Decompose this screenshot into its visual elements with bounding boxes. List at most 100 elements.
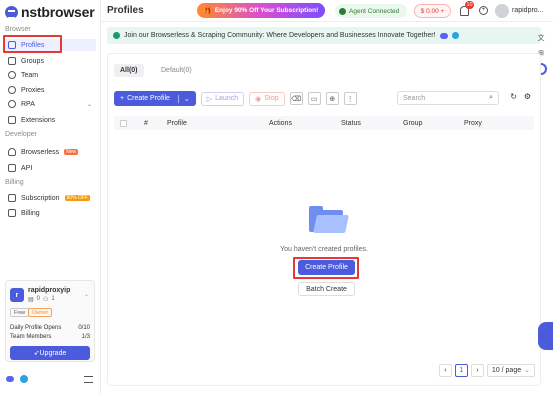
sidebar-item-label: Groups — [21, 57, 44, 65]
sidebar-item-billing[interactable]: Billing — [4, 207, 96, 219]
community-banner[interactable]: Join our Browserless & Scraping Communit… — [107, 27, 541, 44]
tab-all[interactable]: All(0) — [114, 64, 144, 77]
more-icon[interactable]: ⋮ — [343, 92, 357, 105]
empty-folder-icon — [305, 204, 349, 234]
user-menu-name[interactable]: rapidpro... — [512, 7, 544, 14]
stop-icon: ◉ — [255, 95, 262, 103]
user-name: rapidproxyip — [28, 287, 71, 294]
folder-icon — [8, 57, 16, 65]
avatar[interactable]: r — [10, 288, 24, 302]
launch-label: Launch — [215, 95, 239, 102]
select-all-checkbox[interactable] — [120, 119, 127, 127]
col-proxy: Proxy — [464, 119, 482, 127]
page-size-select[interactable]: 10 / page ⌄ — [486, 363, 535, 377]
avatar[interactable] — [495, 4, 509, 18]
col-profile: Profile — [167, 119, 187, 127]
create-profile-dropdown-button[interactable]: + Create Profile ⌄ — [114, 91, 196, 106]
globe-icon — [8, 86, 16, 94]
highlight-box-create-profile — [293, 257, 359, 279]
collapse-sidebar-icon[interactable] — [84, 376, 93, 383]
search-input[interactable]: Search ⌕ — [397, 91, 499, 105]
folder-move-icon[interactable]: ▭ — [307, 92, 321, 105]
app-logo[interactable]: nstbrowser — [5, 3, 95, 21]
next-page-button[interactable]: › — [470, 363, 484, 377]
trash-icon[interactable]: ⌫ — [289, 92, 303, 105]
telegram-icon[interactable] — [20, 375, 28, 383]
sidebar-item-label: Proxies — [21, 86, 45, 94]
play-icon: ▷ — [206, 95, 213, 103]
telegram-icon[interactable] — [451, 32, 459, 39]
gift-icon: 🎁 — [203, 7, 212, 15]
sidebar-item-groups[interactable]: Groups — [4, 55, 96, 67]
section-browser-label: Browser — [5, 26, 31, 33]
gear-icon[interactable]: ⚙ — [524, 92, 531, 101]
profile-count-icon: ▤ — [28, 297, 34, 303]
batch-create-button[interactable]: Batch Create — [298, 282, 355, 296]
profiles-panel: All(0) Default(0) + Create Profile ⌄ ▷ L… — [107, 53, 541, 386]
sidebar-item-api[interactable]: API — [4, 162, 96, 174]
nstbrowser-logo-icon — [5, 5, 18, 19]
upgrade-button[interactable]: ➶ Upgrade — [10, 346, 90, 360]
sidebar: nstbrowser Browser Profiles Groups Team … — [0, 0, 101, 394]
community-banner-text: Join our Browserless & Scraping Communit… — [124, 32, 436, 39]
add-circle-icon[interactable]: + — [479, 6, 488, 15]
pagination: ‹ 1 › 10 / page ⌄ — [438, 363, 535, 377]
chevron-down-icon[interactable]: ⌄ — [177, 94, 190, 103]
empty-state-message: You haven't created profiles. — [280, 246, 368, 253]
stop-label: Stop — [264, 95, 279, 102]
sidebar-item-browserless[interactable]: Browserless New — [4, 146, 96, 158]
tab-default[interactable]: Default(0) — [161, 67, 192, 74]
sidebar-item-team[interactable]: Team — [4, 69, 96, 81]
user-stats: ▤ 0 ⚇ 1 — [28, 296, 55, 303]
page-size-label: 10 / page — [491, 366, 522, 374]
launch-button[interactable]: ▷ Launch — [200, 91, 245, 106]
plus-icon: + — [120, 95, 125, 102]
sidebar-item-subscription[interactable]: Subscription 90% OFF — [4, 192, 96, 204]
stop-button[interactable]: ◉ Stop — [249, 91, 285, 106]
refresh-icon[interactable]: ↻ — [510, 92, 517, 101]
sidebar-item-label: Browserless — [21, 148, 60, 156]
discord-icon[interactable] — [439, 32, 448, 39]
member-count: 1 — [51, 296, 55, 302]
discord-icon[interactable] — [6, 376, 14, 382]
promo-banner[interactable]: 🎁 Enjoy 90% Off Your Subscription! — [197, 3, 325, 18]
sidebar-item-rpa[interactable]: RPA ⌄ — [4, 98, 96, 110]
daily-opens-value: 0/10 — [78, 325, 90, 331]
team-members-label: Team Members — [10, 334, 52, 340]
subscription-icon — [8, 194, 16, 202]
chevron-down-icon[interactable]: ⌄ — [84, 291, 89, 298]
search-placeholder: Search — [403, 94, 426, 102]
daily-opens-label: Daily Profile Opens — [10, 325, 62, 331]
chevron-down-icon: ⌄ — [524, 367, 530, 374]
team-members-value: 1/3 — [81, 334, 90, 340]
sidebar-item-label: Team — [21, 71, 39, 79]
agent-status-label: Agent Connected — [349, 7, 400, 15]
prev-page-button[interactable]: ‹ — [438, 363, 452, 377]
sidebar-item-label: API — [21, 164, 33, 172]
col-index: # — [144, 119, 148, 127]
section-billing-label: Billing — [5, 179, 24, 186]
sidebar-item-label: Billing — [21, 209, 40, 217]
col-actions: Actions — [269, 119, 292, 127]
promo-label: Enjoy 90% Off Your Subscription! — [214, 7, 319, 14]
sidebar-item-proxies[interactable]: Proxies — [4, 84, 96, 96]
chat-support-button[interactable] — [538, 322, 553, 350]
profile-count: 0 — [36, 296, 41, 302]
cloud-icon — [8, 148, 16, 156]
app-name: nstbrowser — [21, 4, 95, 20]
sidebar-item-label: Subscription — [21, 194, 60, 202]
info-icon — [113, 32, 120, 39]
team-icon — [8, 71, 16, 79]
create-profile-label: Create Profile — [127, 95, 170, 102]
sidebar-item-extensions[interactable]: Extensions — [4, 114, 96, 126]
search-icon: ⌕ — [489, 94, 493, 101]
table-header: # Profile Actions Status Group Proxy — [114, 116, 534, 130]
check-circle-icon — [339, 7, 346, 15]
page-number-button[interactable]: 1 — [454, 363, 468, 377]
export-icon[interactable]: ⊕ — [325, 92, 339, 105]
new-badge: New — [64, 149, 79, 155]
puzzle-icon — [8, 116, 16, 124]
balance-button[interactable]: $ 0.00 + — [414, 4, 451, 18]
chevron-down-icon: ⌄ — [86, 101, 92, 108]
translate-icon[interactable]: 文 — [538, 33, 545, 43]
